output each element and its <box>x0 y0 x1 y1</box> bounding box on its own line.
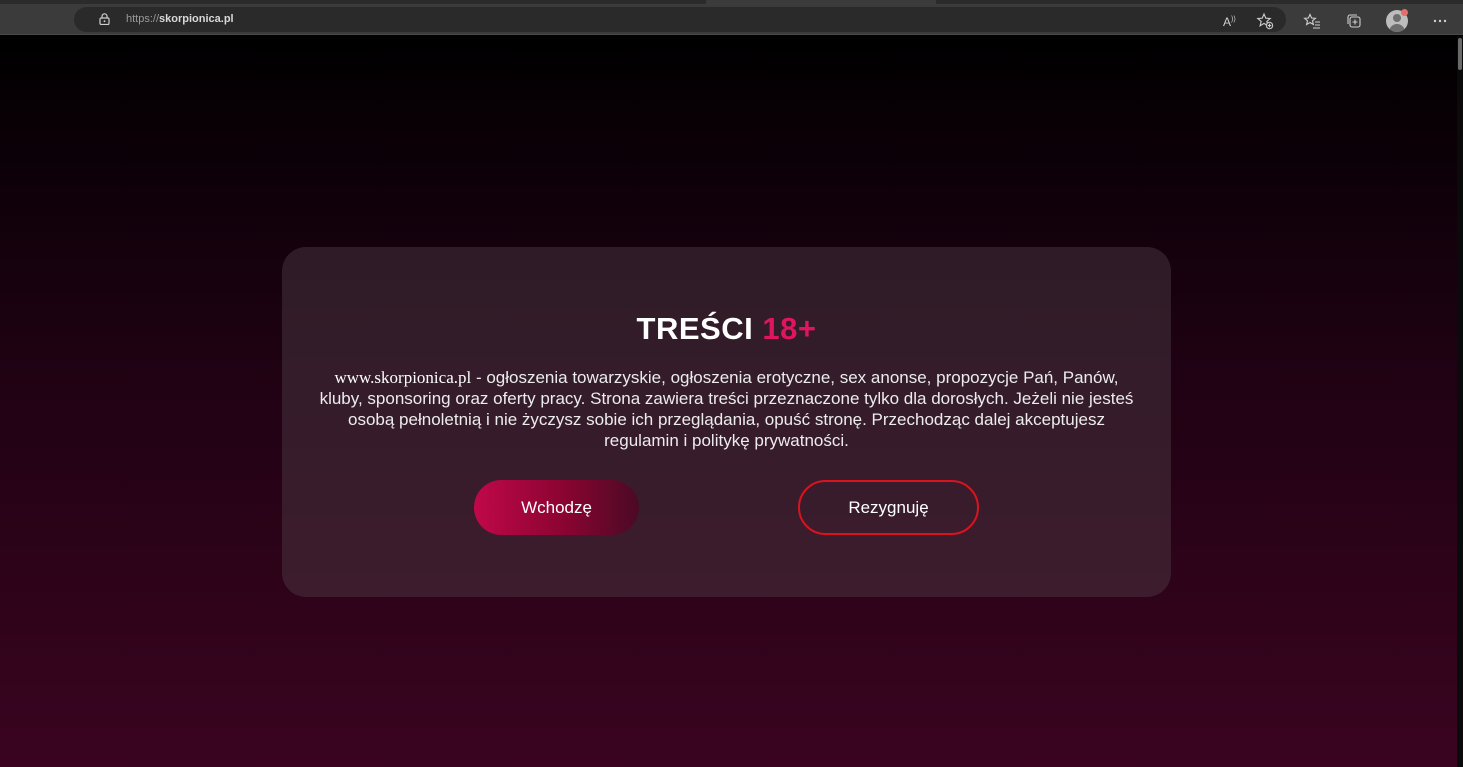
favorites-icon[interactable] <box>1303 12 1321 30</box>
avatar-head <box>1393 14 1401 22</box>
url-host: skorpionica.pl <box>159 13 234 25</box>
lock-icon[interactable] <box>99 13 110 25</box>
svg-text:A: A <box>1223 15 1231 29</box>
site-name: www.skorpionica.pl <box>334 368 472 387</box>
add-favorite-icon[interactable] <box>1256 12 1274 30</box>
leave-button[interactable]: Rezygnuję <box>798 480 979 535</box>
browser-toolbar: https://skorpionica.pl A )) <box>0 4 1463 35</box>
age-verification-dialog: TREŚCI 18+ www.skorpionica.pl - ogłoszen… <box>282 247 1171 597</box>
url-text[interactable]: https://skorpionica.pl <box>126 13 234 25</box>
url-scheme: https:// <box>126 13 160 25</box>
address-bar[interactable]: https://skorpionica.pl <box>74 7 1286 32</box>
scrollbar-thumb[interactable] <box>1458 38 1462 70</box>
page-background: TREŚCI 18+ www.skorpionica.pl - ogłoszen… <box>0 36 1463 767</box>
avatar-body <box>1389 24 1405 32</box>
title-age-badge: 18+ <box>762 311 817 346</box>
dialog-description: www.skorpionica.pl - ogłoszenia towarzys… <box>312 367 1141 451</box>
read-aloud-icon[interactable]: A )) <box>1221 12 1239 30</box>
svg-text:)): )) <box>1231 16 1236 23</box>
page-scrollbar[interactable] <box>1457 36 1463 767</box>
title-main: TREŚCI <box>636 311 754 346</box>
enter-button[interactable]: Wchodzę <box>474 480 639 535</box>
collections-icon[interactable] <box>1345 12 1363 30</box>
profile-notification-dot <box>1401 9 1408 16</box>
more-menu-icon[interactable] <box>1431 12 1449 30</box>
dialog-title: TREŚCI 18+ <box>282 311 1171 347</box>
